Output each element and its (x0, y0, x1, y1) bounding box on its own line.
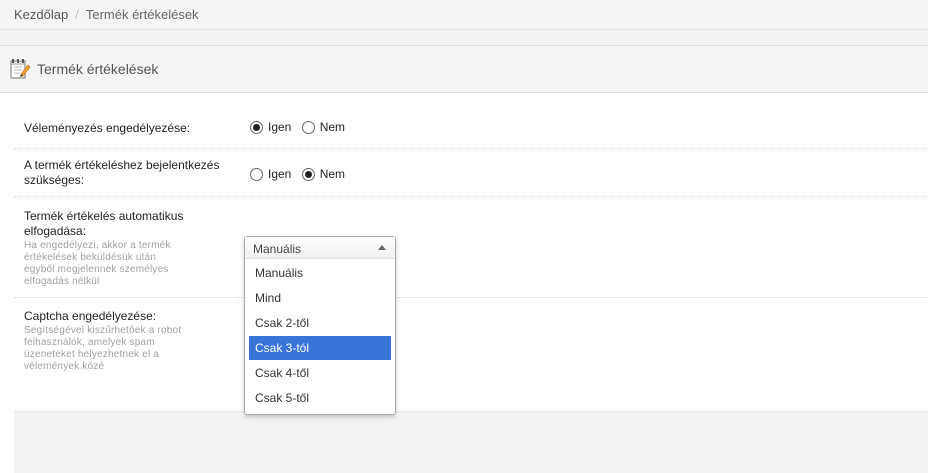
select-option[interactable]: Mind (249, 286, 391, 310)
breadcrumb-current: Termék értékelések (85, 7, 199, 22)
reviews-enabled-label: Véleményezés engedélyezése: (24, 121, 191, 135)
breadcrumb-separator: / (75, 7, 79, 22)
select-option-highlighted[interactable]: Csak 3-tól (249, 336, 391, 360)
auto-approve-select[interactable]: Manuális Manuális Mind Csak 2-től Csak 3… (244, 236, 396, 415)
auto-approve-label-line2: elfogadása: (24, 224, 87, 238)
edit-document-icon (9, 58, 31, 80)
select-current-label: Manuális (253, 242, 302, 256)
help-line: egyből megjelennek személyes (24, 264, 169, 275)
page-gap (0, 30, 928, 45)
select-option[interactable]: Csak 2-től (249, 311, 391, 335)
breadcrumb: Kezdőlap / Termék értékelések (0, 0, 928, 30)
breadcrumb-home-link[interactable]: Kezdőlap (14, 7, 68, 22)
login-required-no-option[interactable]: Nem (301, 167, 346, 181)
login-required-label-line1: A termék értékeléshez bejelentkezés (24, 158, 220, 172)
radio-label-no: Nem (319, 120, 346, 134)
login-required-radio-group: Igen Nem (250, 167, 352, 184)
login-required-yes-option[interactable]: Igen (250, 167, 291, 181)
setting-row-login-required: A termék értékeléshez bejelentkezés szük… (14, 149, 928, 197)
auto-approve-label-line1: Termék értékelés automatikus (24, 209, 184, 223)
select-option[interactable]: Csak 5-től (249, 386, 391, 410)
captcha-help-text: Segítségével kiszűrhetőek a robot felhas… (24, 325, 224, 373)
radio-label-yes: Igen (268, 120, 292, 134)
help-line: vélemények közé (24, 361, 105, 372)
setting-row-reviews: Véleményezés engedélyezése: Igen Nem (14, 107, 928, 149)
radio-button[interactable] (301, 120, 315, 134)
reviews-enabled-yes-option[interactable]: Igen (250, 120, 291, 134)
radio-button[interactable] (250, 167, 263, 181)
help-line: üzeneteket helyezhetnek el a (24, 349, 160, 360)
select-option[interactable]: Manuális (249, 261, 391, 285)
help-line: elfogadás nélkül (24, 276, 100, 287)
radio-label-yes: Igen (268, 167, 292, 181)
reviews-enabled-no-option[interactable]: Nem (301, 120, 346, 134)
help-line: Ha engedélyezi, akkor a termék (24, 240, 171, 251)
setting-row-captcha: Captcha engedélyezése: Segítségével kisz… (14, 298, 928, 411)
panel-header: Termék értékelések (0, 45, 928, 93)
login-required-label-line2: szükséges: (24, 173, 85, 187)
auto-approve-help-text: Ha engedélyezi, akkor a termék értékelés… (24, 240, 224, 288)
captcha-label: Captcha engedélyezése: (24, 309, 157, 323)
auto-approve-label: Termék értékelés automatikus elfogadása: (24, 209, 234, 239)
help-line: Segítségével kiszűrhetőek a robot (24, 325, 182, 336)
page-title: Termék értékelések (37, 61, 159, 77)
radio-button-checked[interactable] (301, 167, 315, 181)
reviews-enabled-radio-group: Igen Nem (250, 120, 352, 137)
radio-label-no: Nem (319, 167, 346, 181)
help-line: felhasználók, amelyek spam (24, 337, 155, 348)
chevron-up-icon[interactable] (378, 245, 386, 250)
setting-row-auto-approve: Termék értékelés automatikus elfogadása:… (14, 197, 928, 298)
radio-button-checked[interactable] (250, 120, 263, 134)
help-line: értékelések beküldésük után (24, 252, 157, 263)
select-current-value[interactable]: Manuális (245, 237, 395, 259)
login-required-label: A termék értékeléshez bejelentkezés szük… (24, 158, 234, 188)
form-footer-area (14, 411, 928, 473)
select-option[interactable]: Csak 4-től (249, 361, 391, 385)
